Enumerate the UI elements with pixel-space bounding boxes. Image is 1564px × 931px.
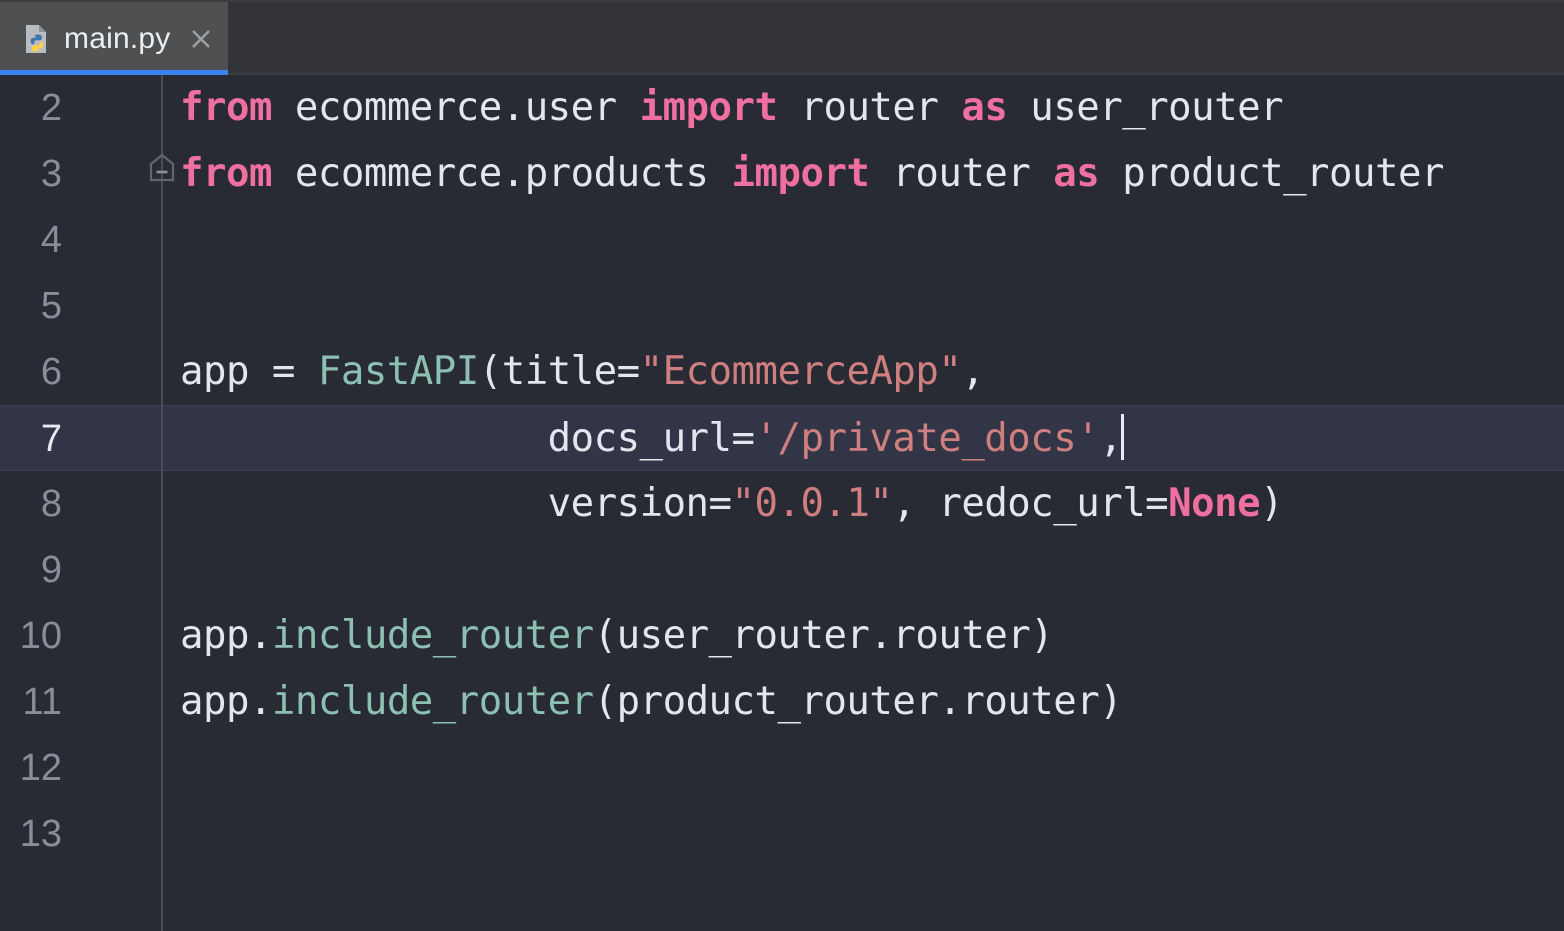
code-line[interactable]: 8 version="0.0.1", redoc_url=None)	[0, 471, 1564, 537]
code-token-def: (product_router.router)	[593, 679, 1123, 724]
code-token-def: docs_url=	[180, 416, 755, 461]
line-number: 10	[19, 615, 62, 657]
line-number: 8	[40, 483, 62, 525]
code-token-def: )	[1260, 481, 1284, 526]
code-line-text: app = FastAPI(title="EcommerceApp",	[180, 339, 985, 405]
code-token-def: (user_router.router)	[593, 613, 1054, 658]
editor-tab-bar: main.py	[0, 0, 1564, 75]
code-line-current[interactable]: 7 docs_url='/private_docs',	[0, 405, 1564, 471]
code-line[interactable]: 9	[0, 537, 1564, 603]
python-file-icon	[22, 23, 52, 55]
code-line-text: app.include_router(user_router.router)	[180, 603, 1054, 669]
line-number: 11	[22, 681, 62, 723]
code-line-text: from ecommerce.user import router as use…	[180, 75, 1284, 141]
line-number: 4	[40, 219, 62, 261]
code-line[interactable]: 3 from ecommerce.products import router a…	[0, 141, 1564, 207]
line-number: 7	[40, 418, 62, 460]
line-number: 6	[40, 351, 62, 393]
gutter-separator	[161, 75, 163, 931]
code-lines: 2 from ecommerce.user import router as us…	[0, 75, 1564, 867]
code-token-fn: include_router	[271, 613, 594, 658]
code-token-def: version=	[180, 481, 732, 526]
code-line[interactable]: 6 app = FastAPI(title="EcommerceApp",	[0, 339, 1564, 405]
code-token-str: "0.0.1"	[731, 481, 893, 526]
code-token-kw: as	[1053, 151, 1100, 196]
code-token-def: ecommerce.products	[271, 151, 732, 196]
close-icon[interactable]	[188, 26, 214, 52]
code-token-kw: from	[180, 151, 272, 196]
code-line[interactable]: 2 from ecommerce.user import router as us…	[0, 75, 1564, 141]
code-line[interactable]: 13	[0, 801, 1564, 867]
code-token-kw: as	[961, 85, 1008, 130]
code-token-def: (title=	[478, 349, 640, 394]
code-token-str: "EcommerceApp"	[639, 349, 962, 394]
code-token-def: ,	[1099, 416, 1123, 461]
tab-main-py[interactable]: main.py	[0, 2, 229, 75]
text-caret	[1121, 414, 1125, 460]
code-token-kw: from	[180, 85, 272, 130]
line-number: 9	[40, 549, 62, 591]
code-token-def: product_router	[1099, 151, 1444, 196]
code-line[interactable]: 12	[0, 735, 1564, 801]
code-line-text: app.include_router(product_router.router…	[180, 669, 1123, 735]
line-number: 2	[40, 87, 62, 129]
code-token-def: app.	[180, 679, 272, 724]
code-line[interactable]: 4	[0, 207, 1564, 273]
code-token-none: None	[1168, 481, 1261, 526]
code-token-def: , redoc_url=	[892, 481, 1169, 526]
tab-label: main.py	[64, 21, 171, 55]
line-number: 5	[40, 285, 62, 327]
line-number: 13	[19, 813, 62, 855]
code-line-text: from ecommerce.products import router as…	[180, 141, 1444, 207]
line-number: 12	[19, 747, 62, 789]
code-fold-collapse-icon[interactable]	[148, 152, 176, 186]
code-token-str: '/private_docs'	[754, 416, 1100, 461]
code-line[interactable]: 5	[0, 273, 1564, 339]
code-token-kw: import	[731, 151, 870, 196]
code-token-def: app =	[180, 349, 318, 394]
code-token-def: router	[869, 151, 1054, 196]
code-token-def: ,	[961, 349, 985, 394]
code-editor[interactable]: 2 from ecommerce.user import router as us…	[0, 75, 1564, 931]
code-line-text: version="0.0.1", redoc_url=None)	[180, 471, 1284, 537]
line-number: 3	[40, 153, 62, 195]
code-token-fn: include_router	[271, 679, 594, 724]
code-line-text: docs_url='/private_docs',	[180, 406, 1125, 472]
code-token-def: user_router	[1007, 85, 1284, 130]
code-token-def: ecommerce.user	[271, 85, 640, 130]
editor-window: main.py 2 from ecommerce.user import rout…	[0, 0, 1564, 931]
code-line[interactable]: 11 app.include_router(product_router.rout…	[0, 669, 1564, 735]
code-token-fn: FastAPI	[317, 349, 479, 394]
code-token-def: router	[777, 85, 962, 130]
code-token-kw: import	[639, 85, 778, 130]
code-line[interactable]: 10 app.include_router(user_router.router)	[0, 603, 1564, 669]
code-token-def: app.	[180, 613, 272, 658]
